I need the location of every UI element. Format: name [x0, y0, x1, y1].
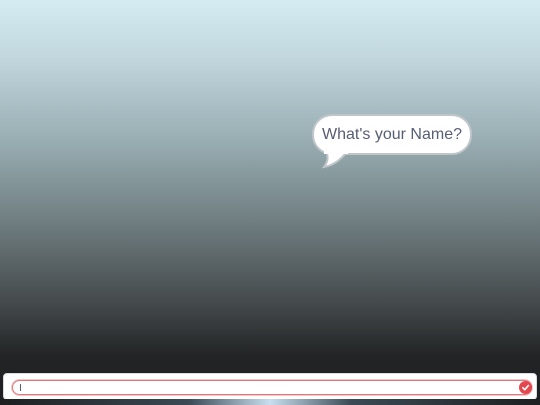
check-icon: [521, 384, 530, 391]
ask-prompt-panel: [3, 373, 537, 400]
speech-bubble: What's your Name?: [312, 114, 472, 155]
speech-bubble-tail: [321, 151, 348, 169]
stage-bottom-edge: [0, 399, 540, 405]
speech-bubble-text: What's your Name?: [322, 125, 462, 143]
text-cursor: [20, 384, 21, 391]
answer-input[interactable]: [12, 380, 532, 395]
submit-answer-button[interactable]: [519, 381, 532, 394]
stage[interactable]: What's your Name?: [0, 0, 540, 405]
